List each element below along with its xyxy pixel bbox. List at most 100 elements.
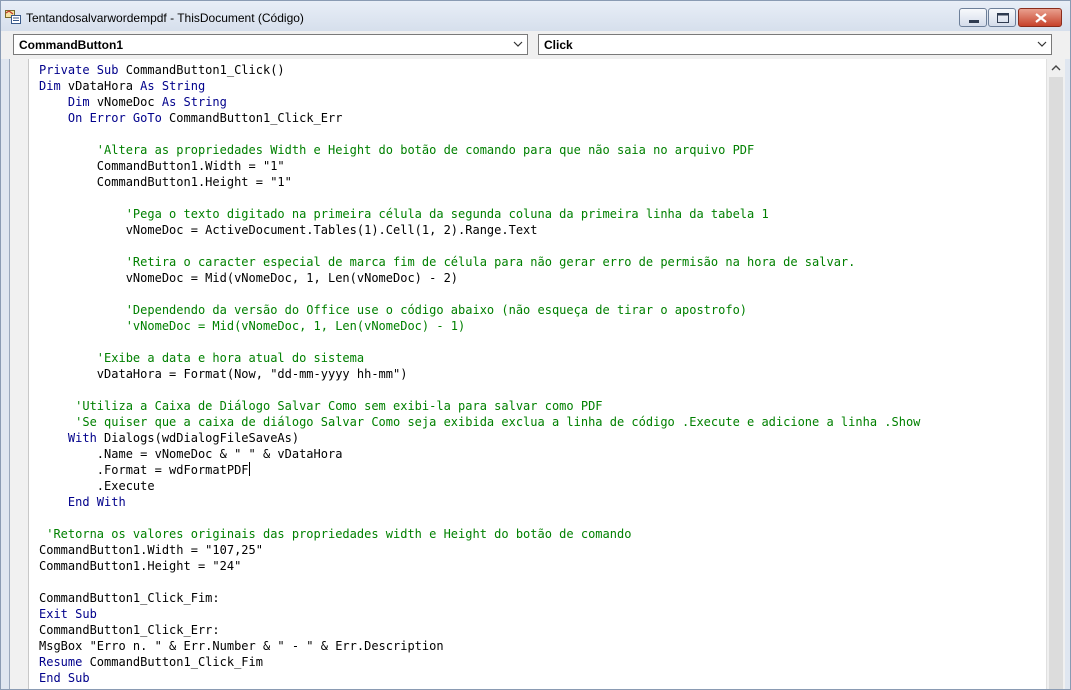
code-line[interactable]: With Dialogs(wdDialogFileSaveAs)	[39, 430, 920, 446]
scrollbar-thumb[interactable]	[1049, 77, 1063, 689]
code-line[interactable]: Private Sub CommandButton1_Click()	[39, 62, 920, 78]
code-line[interactable]: Exit Sub	[39, 606, 920, 622]
code-line[interactable]: 'Se quiser que a caixa de diálogo Salvar…	[39, 414, 920, 430]
code-line[interactable]	[39, 190, 920, 206]
code-keyword: Dim	[67, 95, 90, 109]
chevron-down-icon[interactable]	[1037, 40, 1047, 48]
combo-bar: CommandButton1 Click	[1, 31, 1070, 59]
code-line[interactable]: .Format = wdFormatPDF	[39, 462, 920, 478]
procedure-dropdown[interactable]: Click	[538, 34, 1052, 55]
code-line[interactable]: CommandButton1.Height = "1"	[39, 174, 920, 190]
code-token: .Format = wdFormatPDF	[39, 463, 249, 477]
code-line[interactable]: CommandButton1.Height = "24"	[39, 558, 920, 574]
code-token: CommandButton1_Click_Fim:	[39, 591, 220, 605]
window-title: Tentandosalvarwordempdf - ThisDocument (…	[26, 11, 304, 25]
code-comment: 'Pega o texto digitado na primeira célul…	[39, 207, 769, 221]
code-token: .Execute	[39, 479, 155, 493]
code-line[interactable]	[39, 334, 920, 350]
code-line[interactable]	[39, 382, 920, 398]
code-line[interactable]: Resume CommandButton1_Click_Fim	[39, 654, 920, 670]
code-token: CommandButton1.Height = "24"	[39, 559, 242, 573]
close-button[interactable]	[1018, 8, 1062, 27]
code-line[interactable]: 'Retorna os valores originais das propri…	[39, 526, 920, 542]
code-token: MsgBox "Erro n. " & Err.Number & " - " &…	[39, 639, 444, 653]
code-token: CommandButton1.Height = "1"	[39, 175, 292, 189]
code-line[interactable]: 'Exibe a data e hora atual do sistema	[39, 350, 920, 366]
code-line[interactable]: CommandButton1.Width = "107,25"	[39, 542, 920, 558]
code-line[interactable]: End With	[39, 494, 920, 510]
code-token: vDataHora	[60, 79, 141, 93]
scroll-up-arrow-icon[interactable]	[1047, 59, 1065, 77]
code-line[interactable]: .Name = vNomeDoc & " " & vDataHora	[39, 446, 920, 462]
code-line[interactable]: vDataHora = Format(Now, "dd-mm-yyyy hh-m…	[39, 366, 920, 382]
code-token: CommandButton1.Width = "1"	[39, 159, 285, 173]
code-line[interactable]: 'Utiliza a Caixa de Diálogo Salvar Como …	[39, 398, 920, 414]
chevron-down-icon[interactable]	[513, 40, 523, 48]
code-line[interactable]: CommandButton1_Click_Err:	[39, 622, 920, 638]
code-line[interactable]: Dim vDataHora As String	[39, 78, 920, 94]
minimize-icon	[969, 20, 979, 23]
code-line[interactable]: CommandButton1_Click_Fim:	[39, 590, 920, 606]
code-line[interactable]: 'vNomeDoc = Mid(vNomeDoc, 1, Len(vNomeDo…	[39, 318, 920, 334]
code-token: vNomeDoc	[89, 95, 162, 109]
code-line[interactable]	[39, 574, 920, 590]
code-keyword: With	[67, 431, 97, 445]
code-line[interactable]: 'Altera as propriedades Width e Height d…	[39, 142, 920, 158]
code-line[interactable]: CommandButton1.Width = "1"	[39, 158, 920, 174]
code-keyword: As String	[161, 95, 227, 109]
code-line[interactable]	[39, 510, 920, 526]
code-token: vDataHora = Format(Now, "dd-mm-yyyy hh-m…	[39, 367, 408, 381]
code-comment: 'Exibe a data e hora atual do sistema	[39, 351, 365, 365]
code-comment: 'Retira o caracter especial de marca fim…	[39, 255, 856, 269]
code-token: CommandButton1_Click_Err:	[39, 623, 220, 637]
code-line[interactable]: .Execute	[39, 478, 920, 494]
code-keyword: Exit Sub	[39, 607, 97, 621]
code-line[interactable]: vNomeDoc = ActiveDocument.Tables(1).Cell…	[39, 222, 920, 238]
procedure-dropdown-value: Click	[544, 38, 573, 52]
vertical-scrollbar[interactable]	[1046, 59, 1065, 689]
code-comment: 'Se quiser que a caixa de diálogo Salvar…	[39, 415, 921, 429]
code-keyword: On Error GoTo	[67, 111, 162, 125]
margin-indicator-bar[interactable]	[10, 59, 29, 689]
code-token: .Name = vNomeDoc & " " & vDataHora	[39, 447, 343, 461]
code-line[interactable]: On Error GoTo CommandButton1_Click_Err	[39, 110, 920, 126]
code-comment: 'Dependendo da versão do Office use o có…	[39, 303, 748, 317]
code-text[interactable]: Private Sub CommandButton1_Click() Dim vD…	[39, 62, 920, 686]
code-line[interactable]: vNomeDoc = Mid(vNomeDoc, 1, Len(vNomeDoc…	[39, 270, 920, 286]
code-line[interactable]: 'Pega o texto digitado na primeira célul…	[39, 206, 920, 222]
code-line[interactable]: Dim vNomeDoc As String	[39, 94, 920, 110]
code-token: vNomeDoc = Mid(vNomeDoc, 1, Len(vNomeDoc…	[39, 271, 459, 285]
code-keyword: End Sub	[39, 671, 90, 685]
code-token: CommandButton1_Click()	[118, 63, 285, 77]
code-keyword: End With	[67, 495, 126, 509]
code-token: CommandButton1_Click_Err	[161, 111, 343, 125]
code-line[interactable]	[39, 238, 920, 254]
code-comment: 'Altera as propriedades Width e Height d…	[39, 143, 755, 157]
minimize-button[interactable]	[959, 8, 987, 27]
code-token: vNomeDoc = ActiveDocument.Tables(1).Cell…	[39, 223, 538, 237]
code-keyword: Dim	[39, 79, 61, 93]
vba-project-icon	[5, 10, 21, 24]
code-comment: 'vNomeDoc = Mid(vNomeDoc, 1, Len(vNomeDo…	[39, 319, 466, 333]
maximize-icon	[997, 13, 1009, 23]
code-token: CommandButton1_Click_Fim	[82, 655, 263, 669]
code-line[interactable]	[39, 286, 920, 302]
code-comment: 'Retorna os valores originais das propri…	[39, 527, 632, 541]
code-token: Dialogs(wdDialogFileSaveAs)	[96, 431, 300, 445]
code-line[interactable]: 'Retira o caracter especial de marca fim…	[39, 254, 920, 270]
maximize-button[interactable]	[988, 8, 1016, 27]
code-line[interactable]: 'Dependendo da versão do Office use o có…	[39, 302, 920, 318]
title-bar[interactable]: Tentandosalvarwordempdf - ThisDocument (…	[1, 1, 1070, 31]
code-keyword: Resume	[39, 655, 83, 669]
code-line[interactable]	[39, 126, 920, 142]
code-line[interactable]: End Sub	[39, 670, 920, 686]
code-editor[interactable]: Private Sub CommandButton1_Click() Dim vD…	[9, 59, 1065, 689]
code-token: CommandButton1.Width = "107,25"	[39, 543, 263, 557]
code-keyword: Private Sub	[39, 63, 119, 77]
code-line[interactable]: MsgBox "Erro n. " & Err.Number & " - " &…	[39, 638, 920, 654]
object-dropdown[interactable]: CommandButton1	[13, 34, 528, 55]
